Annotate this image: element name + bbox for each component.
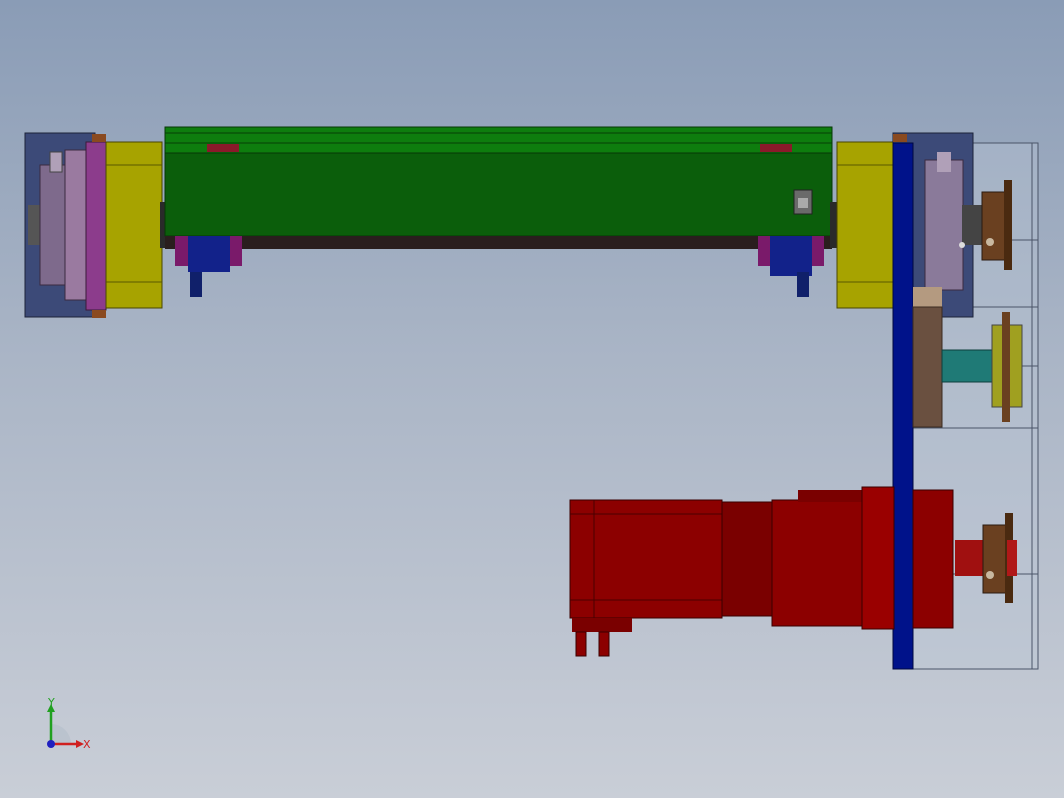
y-axis-label: Y bbox=[47, 696, 55, 709]
z-axis-dot-icon bbox=[47, 740, 55, 748]
right-mount-feet[interactable] bbox=[758, 236, 824, 297]
tensioner-block[interactable] bbox=[912, 287, 943, 428]
main-beam[interactable] bbox=[164, 126, 833, 249]
top-sprocket[interactable] bbox=[981, 180, 1012, 270]
cad-viewport[interactable]: Y X bbox=[0, 0, 1064, 798]
left-bearing-housing[interactable] bbox=[24, 132, 107, 318]
left-yellow-bracket[interactable] bbox=[105, 141, 163, 309]
left-mount-feet[interactable] bbox=[175, 236, 242, 297]
orientation-triad[interactable]: Y X bbox=[38, 696, 98, 756]
assembly-model[interactable] bbox=[0, 0, 1064, 798]
x-axis-label: X bbox=[83, 738, 91, 751]
right-yellow-bracket[interactable] bbox=[836, 141, 894, 309]
drive-sprocket[interactable] bbox=[982, 513, 1017, 603]
mounting-plate[interactable] bbox=[892, 142, 914, 670]
triad-plane-icon bbox=[51, 724, 71, 744]
